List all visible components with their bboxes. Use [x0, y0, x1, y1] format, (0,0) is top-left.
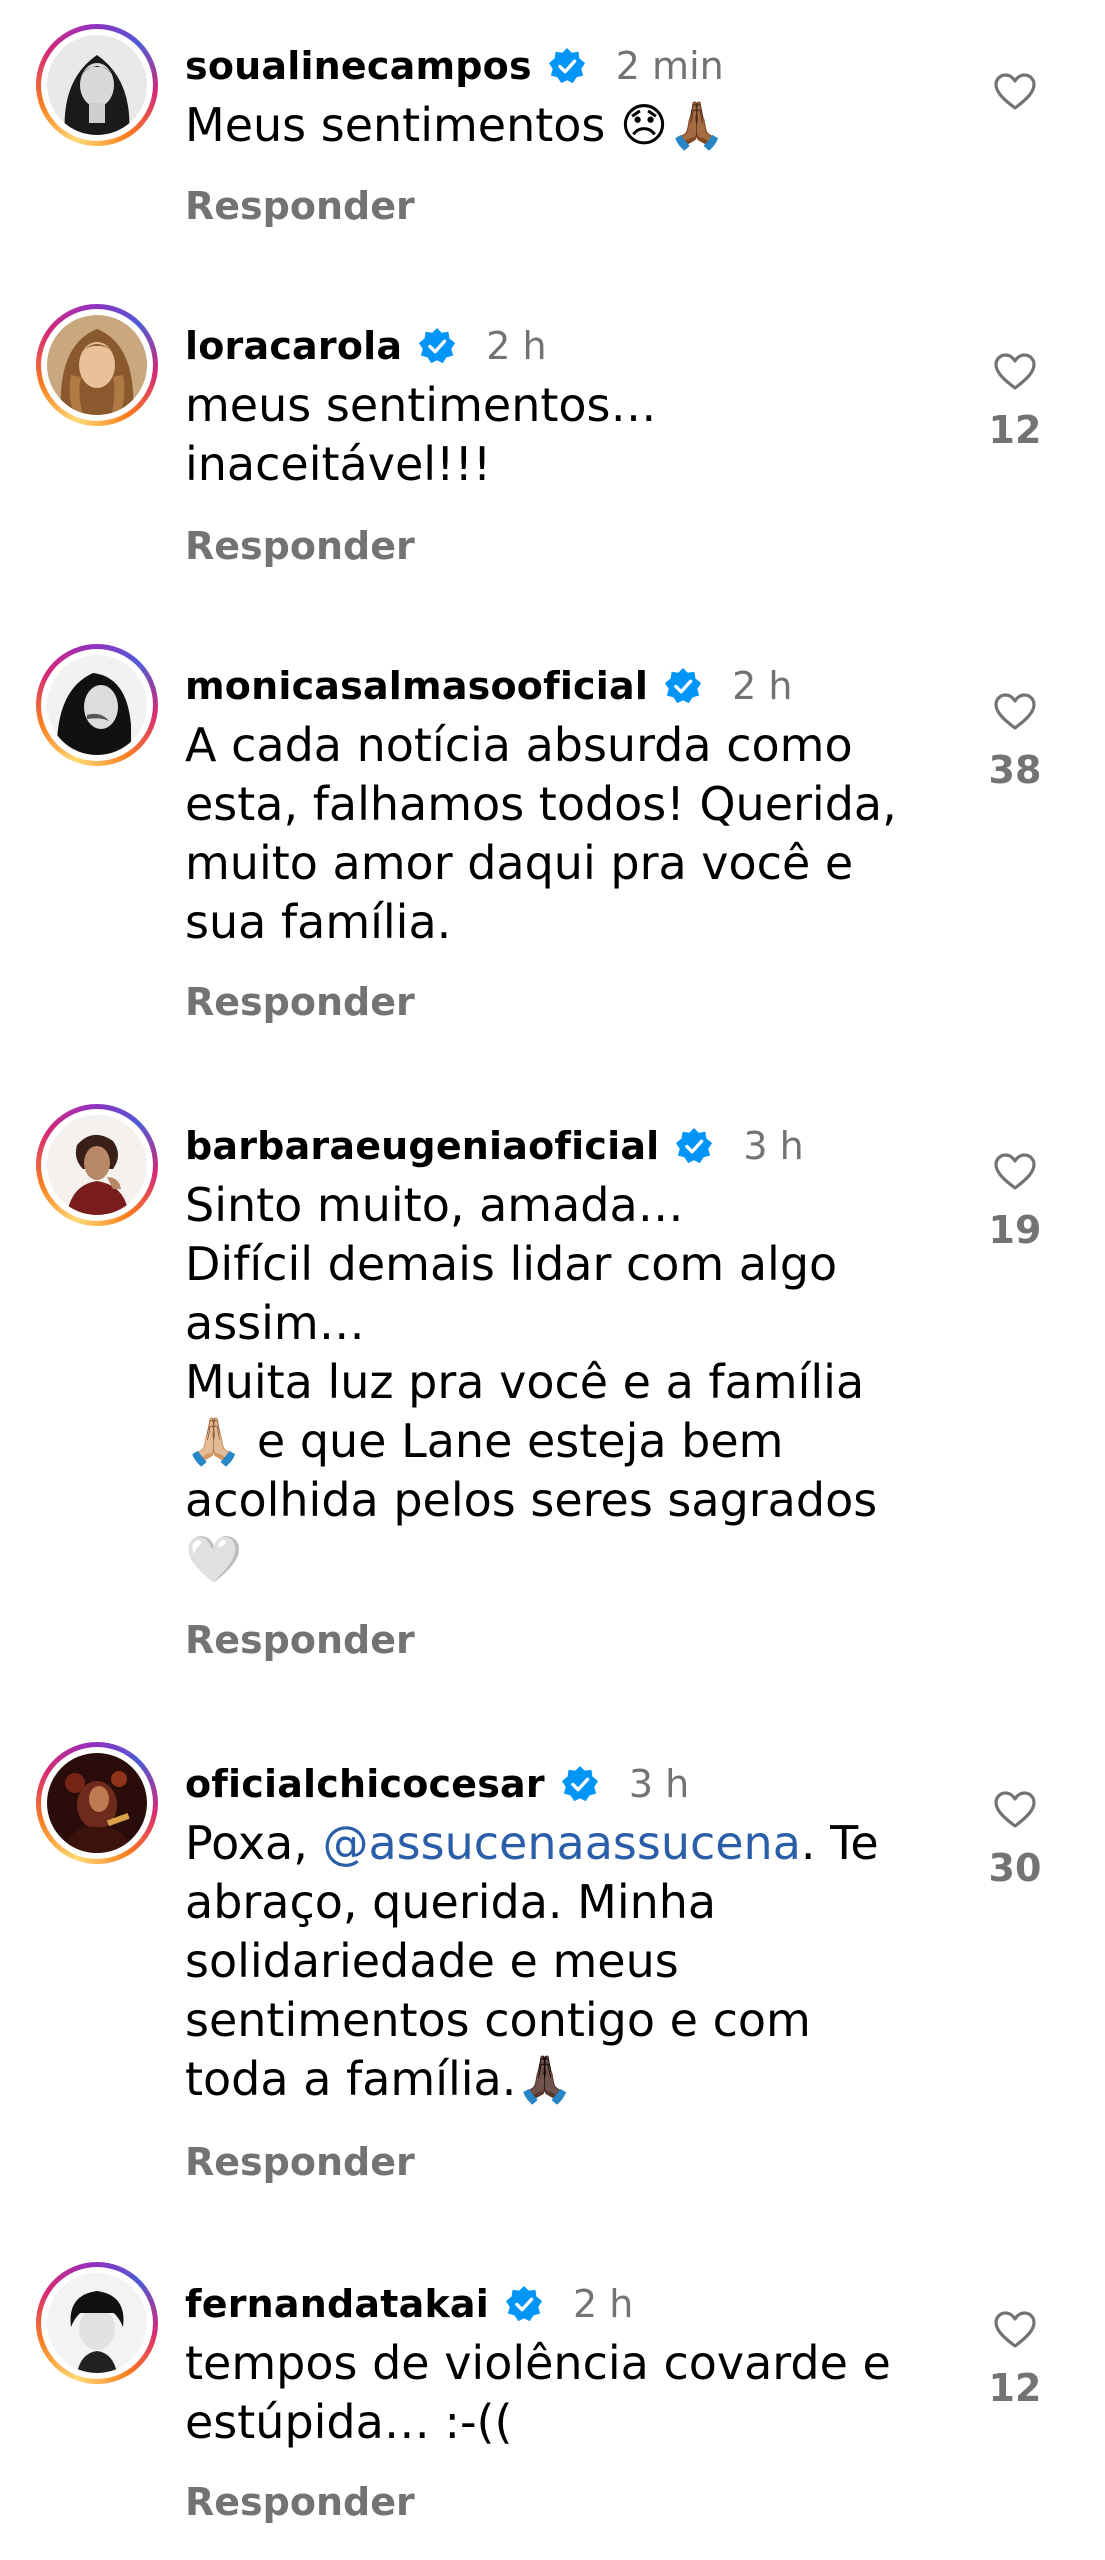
avatar-photo	[47, 315, 147, 415]
comment-header: soualinecampos 2 min	[185, 42, 724, 90]
reply-button[interactable]: Responder	[185, 2140, 415, 2184]
comment-text: meus sentimentos… inaceitável!!!	[185, 378, 657, 491]
avatar-photo	[47, 35, 147, 135]
like-count: 30	[988, 1846, 1042, 1890]
like-button[interactable]	[980, 72, 1050, 128]
like-button[interactable]: 30	[980, 1790, 1050, 1890]
avatar[interactable]	[36, 24, 158, 146]
comment-text: Meus sentimentos 😞🙏🏾	[185, 98, 726, 152]
reply-button[interactable]: Responder	[185, 2480, 415, 2524]
comment-time: 2 min	[615, 44, 724, 88]
heart-outline-icon	[994, 1153, 1036, 1190]
comment-header: fernandatakai 2 h	[185, 2280, 633, 2328]
avatar-photo	[47, 1753, 147, 1853]
reply-button[interactable]: Responder	[185, 184, 415, 228]
avatar[interactable]	[36, 1742, 158, 1864]
avatar[interactable]	[36, 2262, 158, 2384]
username-link[interactable]: oficialchicocesar	[185, 1762, 545, 1806]
reply-button[interactable]: Responder	[185, 980, 415, 1024]
comment-text: Poxa, @assucenaassucena. Te abraço, quer…	[185, 1814, 965, 2109]
verified-badge-icon	[675, 1127, 713, 1165]
avatar[interactable]	[36, 304, 158, 426]
reply-button[interactable]: Responder	[185, 1618, 415, 1662]
comment-time: 2 h	[486, 324, 547, 368]
username-link[interactable]: fernandatakai	[185, 2282, 489, 2326]
username-link[interactable]: monicasalmasooficial	[185, 664, 648, 708]
comment-text: Sinto muito, amada… Difícil demais lidar…	[185, 1178, 878, 1586]
like-count: 12	[988, 2366, 1042, 2410]
comment-time: 2 h	[572, 2282, 634, 2326]
mention-link[interactable]: @assucenaassucena	[322, 1816, 800, 1870]
verified-badge-icon	[664, 667, 702, 705]
like-count: 12	[988, 408, 1042, 452]
avatar-photo	[47, 2273, 147, 2373]
like-button[interactable]: 38	[980, 692, 1050, 792]
heart-outline-icon	[994, 73, 1036, 110]
verified-badge-icon	[548, 47, 586, 85]
verified-badge-icon	[418, 327, 456, 365]
comment-time: 3 h	[628, 1762, 690, 1806]
like-count: 38	[988, 748, 1042, 792]
like-button[interactable]: 12	[980, 352, 1050, 452]
comment-text: tempos de violência covarde e estúpida… …	[185, 2336, 891, 2449]
reply-button[interactable]: Responder	[185, 524, 415, 568]
comment-time: 2 h	[732, 664, 793, 708]
like-count: 19	[988, 1208, 1042, 1252]
like-button[interactable]: 19	[980, 1152, 1050, 1252]
like-button[interactable]: 12	[980, 2310, 1050, 2410]
avatar-photo	[47, 1115, 147, 1215]
comment-text: A cada notícia absurda como esta, falham…	[185, 718, 897, 949]
heart-outline-icon	[994, 2311, 1036, 2348]
heart-outline-icon	[994, 693, 1036, 730]
comment-header: barbaraeugeniaoficial 3 h	[185, 1122, 804, 1170]
verified-badge-icon	[561, 1765, 599, 1803]
comment-header: oficialchicocesar 3 h	[185, 1760, 689, 1808]
comment-header: monicasalmasooficial 2 h	[185, 662, 792, 710]
comment-time: 3 h	[743, 1124, 804, 1168]
heart-outline-icon	[994, 1791, 1036, 1828]
username-link[interactable]: loracarola	[185, 324, 402, 368]
heart-outline-icon	[994, 353, 1036, 390]
avatar[interactable]	[36, 1104, 158, 1226]
verified-badge-icon	[505, 2285, 543, 2323]
avatar-photo	[47, 655, 147, 755]
comment-header: loracarola 2 h	[185, 322, 547, 370]
username-link[interactable]: barbaraeugeniaoficial	[185, 1124, 659, 1168]
username-link[interactable]: soualinecampos	[185, 44, 532, 88]
avatar[interactable]	[36, 644, 158, 766]
comment-text-part: Poxa,	[185, 1816, 323, 1870]
